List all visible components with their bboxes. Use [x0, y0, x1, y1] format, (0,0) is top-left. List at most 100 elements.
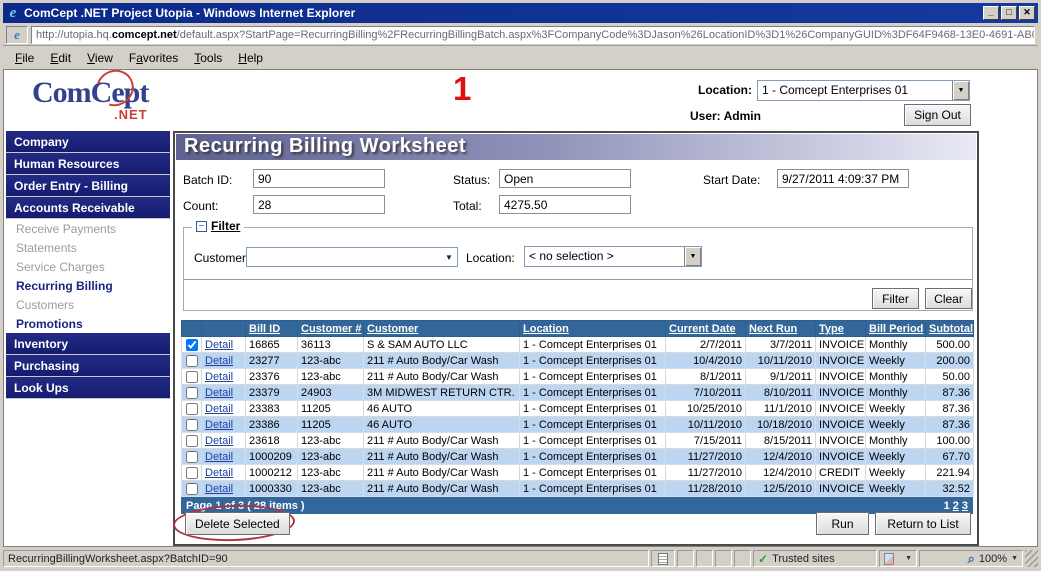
col-type[interactable]: Type [816, 321, 866, 337]
sidebar-item-inventory[interactable]: Inventory [6, 333, 170, 355]
total-field[interactable] [499, 195, 631, 214]
cell-customer: 3M MIDWEST RETURN CTR. [364, 385, 520, 401]
return-to-list-button[interactable]: Return to List [875, 512, 971, 535]
menu-view[interactable]: View [79, 48, 121, 68]
menu-favorites[interactable]: Favorites [121, 48, 186, 68]
batch-id-field[interactable] [253, 169, 385, 188]
col-location[interactable]: Location [520, 321, 666, 337]
menu-edit[interactable]: Edit [42, 48, 79, 68]
row-checkbox[interactable] [186, 467, 198, 479]
cell-customer: 46 AUTO [364, 417, 520, 433]
customer-combobox[interactable]: ▼ [246, 247, 458, 267]
status-field[interactable] [499, 169, 631, 188]
sidebar-item-purchasing[interactable]: Purchasing [6, 355, 170, 377]
cell-type: INVOICE [816, 385, 866, 401]
page-link-1: 1 [944, 500, 950, 512]
row-checkbox[interactable] [186, 435, 198, 447]
minimize-button[interactable]: _ [983, 6, 999, 20]
collapse-icon[interactable]: − [196, 221, 207, 232]
sidebar-item-recurring-billing[interactable]: Recurring Billing [6, 276, 170, 295]
filter-button[interactable]: Filter [872, 288, 919, 309]
detail-link[interactable]: Detail [205, 419, 233, 431]
col-next-run[interactable]: Next Run [746, 321, 816, 337]
menu-tools[interactable]: Tools [186, 48, 230, 68]
sidebar-item-accounts-receivable[interactable]: Accounts Receivable [6, 197, 170, 219]
count-field[interactable] [253, 195, 385, 214]
cell-detail: Detail [202, 353, 246, 369]
detail-link[interactable]: Detail [205, 339, 233, 351]
url-field[interactable]: http://utopia.hq.comcept.net/default.asp… [31, 26, 1035, 44]
filter-title[interactable]: Filter [211, 219, 240, 233]
location-select[interactable]: 1 - Comcept Enterprises 01 ▼ [757, 80, 970, 101]
sidebar-item-receive-payments[interactable]: Receive Payments [6, 219, 170, 238]
row-checkbox[interactable] [186, 371, 198, 383]
col-bill-id[interactable]: Bill ID [246, 321, 298, 337]
row-checkbox[interactable] [186, 403, 198, 415]
sidebar-item-order-entry-billing[interactable]: Order Entry - Billing [6, 175, 170, 197]
chevron-down-icon[interactable]: ▼ [952, 81, 969, 100]
sidebar-item-statements[interactable]: Statements [6, 238, 170, 257]
row-checkbox[interactable] [186, 451, 198, 463]
chevron-down-icon[interactable]: ▼ [1011, 555, 1018, 562]
detail-link[interactable]: Detail [205, 403, 233, 415]
cell-next-run: 3/7/2011 [746, 337, 816, 353]
chevron-down-icon[interactable]: ▼ [684, 247, 701, 266]
row-checkbox[interactable] [186, 483, 198, 495]
detail-link[interactable]: Detail [205, 435, 233, 447]
sidebar-item-company[interactable]: Company [6, 131, 170, 153]
sign-out-button[interactable]: Sign Out [904, 104, 971, 126]
col-current-date[interactable]: Current Date [666, 321, 746, 337]
sidebar-item-customers[interactable]: Customers [6, 295, 170, 314]
row-checkbox[interactable] [186, 387, 198, 399]
run-button[interactable]: Run [816, 512, 869, 535]
menu-help[interactable]: Help [230, 48, 271, 68]
chevron-down-icon[interactable]: ▼ [905, 555, 912, 562]
filter-location-select[interactable]: < no selection > ▼ [524, 246, 702, 267]
sidebar: CompanyHuman ResourcesOrder Entry - Bill… [6, 131, 170, 399]
detail-link[interactable]: Detail [205, 467, 233, 479]
cell-type: CREDIT [816, 465, 866, 481]
chevron-down-icon[interactable]: ▼ [441, 253, 457, 262]
logo-net-text: .NET [114, 107, 148, 122]
col-subtotal[interactable]: Subtotal [926, 321, 974, 337]
sidebar-item-promotions[interactable]: Promotions [6, 314, 170, 333]
delete-selected-button[interactable]: Delete Selected [185, 512, 290, 535]
protected-mode-segment[interactable]: ▼ [879, 550, 917, 567]
clear-button[interactable]: Clear [925, 288, 972, 309]
detail-link[interactable]: Detail [205, 451, 233, 463]
menu-file[interactable]: File [7, 48, 42, 68]
close-button[interactable]: ✕ [1019, 6, 1035, 20]
cell-current-date: 10/25/2010 [666, 401, 746, 417]
sidebar-item-service-charges[interactable]: Service Charges [6, 257, 170, 276]
cell-bill-id: 1000212 [246, 465, 298, 481]
cell-type: INVOICE [816, 481, 866, 497]
cell-detail: Detail [202, 385, 246, 401]
maximize-button[interactable]: □ [1001, 6, 1017, 20]
page-link-3[interactable]: 3 [962, 500, 968, 512]
detail-link[interactable]: Detail [205, 355, 233, 367]
zoom-segment[interactable]: ⌕ 100% ▼ [919, 550, 1023, 567]
col-customer[interactable]: Customer # [298, 321, 364, 337]
detail-link[interactable]: Detail [205, 387, 233, 399]
cell-detail: Detail [202, 337, 246, 353]
column-label: Customer # [301, 323, 362, 335]
cell-next-run: 12/5/2010 [746, 481, 816, 497]
col-detail [202, 321, 246, 337]
cell-bill-id: 16865 [246, 337, 298, 353]
detail-link[interactable]: Detail [205, 483, 233, 495]
col-customer[interactable]: Customer [364, 321, 520, 337]
row-checkbox[interactable] [186, 339, 198, 351]
page-link-2[interactable]: 2 [953, 500, 959, 512]
cell-select [182, 481, 202, 497]
resize-grip[interactable] [1025, 550, 1038, 567]
table-row: Detail233831120546 AUTO1 - Comcept Enter… [182, 401, 974, 417]
row-checkbox[interactable] [186, 355, 198, 367]
detail-link[interactable]: Detail [205, 371, 233, 383]
col-bill-period[interactable]: Bill Period [866, 321, 926, 337]
row-checkbox[interactable] [186, 419, 198, 431]
status-segment [734, 550, 751, 567]
start-date-field[interactable] [777, 169, 909, 188]
cell-customer-no: 123-abc [298, 465, 364, 481]
sidebar-item-human-resources[interactable]: Human Resources [6, 153, 170, 175]
sidebar-item-look-ups[interactable]: Look Ups [6, 377, 170, 399]
